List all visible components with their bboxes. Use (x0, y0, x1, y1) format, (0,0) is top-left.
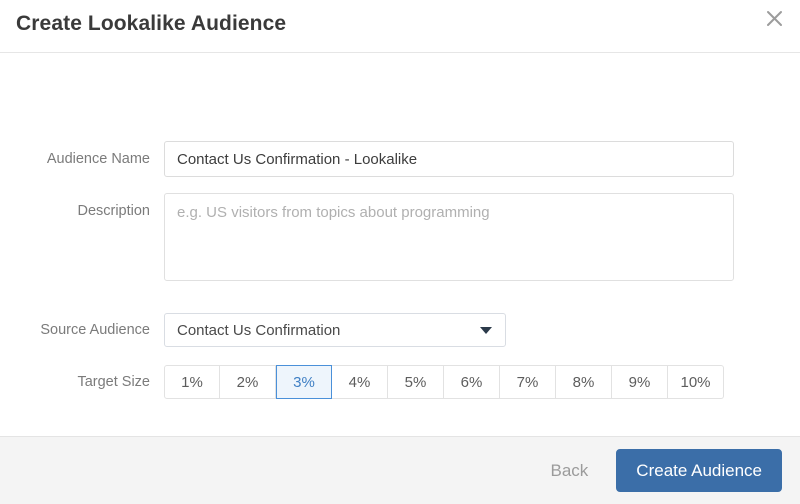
description-textarea[interactable] (164, 193, 734, 281)
target-size-option[interactable]: 9% (612, 365, 668, 399)
target-size-option[interactable]: 8% (556, 365, 612, 399)
dialog-title: Create Lookalike Audience (16, 12, 287, 35)
target-size-option[interactable]: 10% (668, 365, 724, 399)
audience-name-input[interactable] (164, 141, 734, 177)
target-size-option[interactable]: 1% (164, 365, 220, 399)
target-size-label: Target Size (77, 374, 150, 390)
back-button[interactable]: Back (549, 457, 591, 485)
source-audience-selected-value: Contact Us Confirmation (177, 321, 341, 339)
close-icon (766, 10, 783, 27)
target-size-option[interactable]: 6% (444, 365, 500, 399)
target-size-option[interactable]: 7% (500, 365, 556, 399)
target-size-option[interactable]: 3% (276, 365, 332, 399)
close-button[interactable] (760, 4, 788, 32)
source-audience-row: Source Audience Contact Us Confirmation (14, 313, 506, 347)
dialog-header: Create Lookalike Audience (0, 0, 800, 53)
source-audience-select-wrap: Contact Us Confirmation (164, 313, 506, 347)
dialog-body: Audience Name Description Source Audienc… (0, 53, 800, 436)
description-label: Description (77, 203, 150, 219)
create-audience-button[interactable]: Create Audience (616, 449, 782, 492)
description-row: Description (14, 193, 734, 281)
create-lookalike-audience-dialog: Create Lookalike Audience Audience Name … (0, 0, 800, 504)
target-size-button-group: 1% 2% 3% 4% 5% 6% 7% 8% 9% 10% (164, 365, 724, 399)
source-audience-select[interactable]: Contact Us Confirmation (164, 313, 506, 347)
dialog-footer: Back Create Audience (0, 436, 800, 504)
audience-name-row: Audience Name (14, 141, 734, 177)
target-size-row: Target Size 1% 2% 3% 4% 5% 6% 7% 8% 9% 10% (14, 365, 724, 399)
target-size-option[interactable]: 4% (332, 365, 388, 399)
audience-name-label: Audience Name (46, 151, 150, 167)
source-audience-label: Source Audience (40, 322, 150, 338)
target-size-option[interactable]: 2% (220, 365, 276, 399)
target-size-option[interactable]: 5% (388, 365, 444, 399)
